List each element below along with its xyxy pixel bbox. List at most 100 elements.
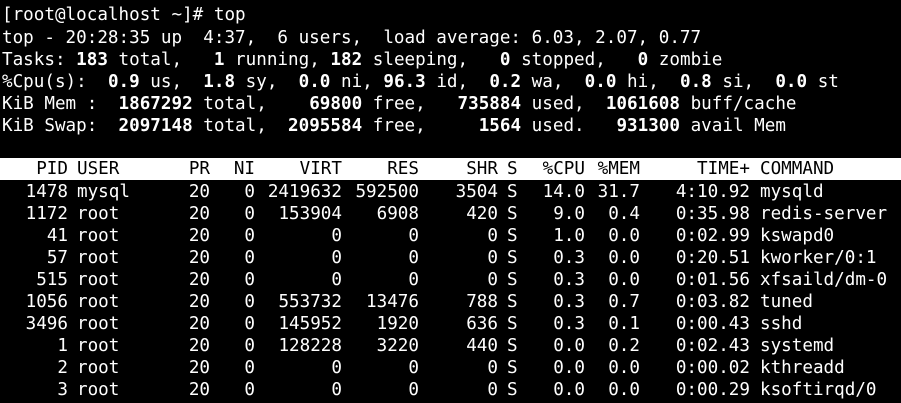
cell-mem: 0.4 [608, 204, 640, 224]
cell-time: 0:00.43 [675, 314, 750, 334]
tasks-sleeping-label: sleeping, [362, 50, 469, 70]
cell-res: 3220 [376, 336, 419, 356]
cpu-id-label: id, [425, 72, 469, 92]
cell-shr: 0 [487, 226, 498, 246]
cell-user: root [77, 226, 120, 246]
process-row: 1 root 20 0 128228 3220 440 S 0.0 0.2 0:02.43 syste… [0, 335, 901, 357]
cell-virt: 2419632 [267, 182, 342, 202]
cell-cpu: 0.3 [553, 314, 585, 334]
mem-total: 1867292 [118, 94, 193, 114]
cell-ni: 0 [244, 358, 255, 378]
cell-user: root [77, 270, 120, 290]
cell-virt: 0 [331, 226, 342, 246]
cell-cpu: 0.3 [553, 248, 585, 268]
swap-total: 2097148 [118, 116, 193, 136]
cell-res: 0 [408, 248, 419, 268]
tasks-line: Tasks: 183 total, 1 running, 182 sleepin… [2, 49, 722, 71]
mem-buff: 1061608 [605, 94, 680, 114]
cell-ni: 0 [244, 380, 255, 400]
column-header-ni: NI [233, 159, 255, 179]
cpu-hi-label: hi, [616, 72, 659, 92]
cell-user: root [77, 336, 120, 356]
cpu-id: 96.3 [383, 72, 426, 92]
column-header-res: RES [387, 159, 419, 179]
cell-s: S [507, 314, 518, 334]
swap-label: KiB Swap: [2, 116, 98, 136]
cell-virt: 0 [331, 358, 342, 378]
cell-user: root [77, 248, 120, 268]
cell-res: 592500 [355, 182, 419, 202]
cell-s: S [507, 204, 518, 224]
cell-command: redis-server [760, 204, 888, 224]
cell-pr: 20 [188, 358, 210, 378]
cell-ni: 0 [244, 336, 255, 356]
swap-avail-label: avail Mem [680, 116, 786, 136]
cell-pr: 20 [188, 182, 210, 202]
cell-virt: 153904 [278, 204, 342, 224]
tasks-total-label: total, [107, 50, 183, 70]
cell-shr: 0 [487, 358, 498, 378]
mem-free: 69800 [309, 94, 363, 114]
column-header-pid: PID [36, 159, 68, 179]
cell-s: S [507, 270, 518, 290]
cell-pr: 20 [188, 204, 210, 224]
cell-user: root [77, 292, 120, 312]
swap-used: 1564 [478, 116, 522, 136]
tasks-running-label: running, [224, 50, 320, 70]
cell-pr: 20 [188, 380, 210, 400]
cell-mem: 31.7 [597, 182, 640, 202]
tasks-sleeping: 182 [330, 50, 363, 70]
cell-shr: 3504 [455, 182, 498, 202]
cpu-ni: 0.0 [298, 72, 331, 92]
cell-mem: 0.0 [608, 226, 640, 246]
cell-pr: 20 [188, 248, 210, 268]
cell-ni: 0 [244, 314, 255, 334]
cell-virt: 128228 [278, 336, 342, 356]
cell-res: 0 [408, 226, 419, 246]
tasks-total: 183 [76, 50, 108, 70]
cell-cpu: 14.0 [542, 182, 585, 202]
cell-pid: 515 [36, 270, 68, 290]
cell-shr: 420 [466, 204, 498, 224]
cell-pid: 3496 [25, 314, 68, 334]
cell-shr: 636 [466, 314, 498, 334]
cell-cpu: 0.3 [553, 292, 585, 312]
cell-user: mysql [77, 182, 130, 202]
mem-total-label: total, [192, 94, 267, 114]
cell-s: S [507, 358, 518, 378]
cell-time: 0:35.98 [675, 204, 750, 224]
shell-prompt-line: [root@localhost ~]# top [2, 5, 246, 25]
process-row: 1172 root 20 0 153904 6908 420 S 9.0 0.4 0:35.98 re… [0, 203, 901, 225]
uptime-line: top - 20:28:35 up 4:37, 6 users, load av… [2, 28, 702, 48]
cell-cpu: 0.0 [553, 358, 585, 378]
cell-user: root [77, 204, 120, 224]
cell-virt: 553732 [278, 292, 342, 312]
terminal-window[interactable]: [root@localhost ~]# top top - 20:28:35 u… [0, 0, 901, 403]
cell-shr: 788 [466, 292, 498, 312]
process-row: 1478 mysql 20 0 2419632 592500 3504 S 14.0 31.7 4:… [0, 181, 901, 203]
cell-time: 0:01.56 [675, 270, 750, 290]
cell-pid: 41 [46, 226, 68, 246]
swap-total-label: total, [192, 116, 267, 136]
swap-used-label: used. [521, 116, 585, 136]
mem-free-label: free, [362, 94, 426, 114]
cell-virt: 0 [331, 380, 342, 400]
cell-pid: 1 [57, 336, 68, 356]
cell-res: 0 [408, 270, 419, 290]
cpu-label: %Cpu(s): [2, 72, 87, 92]
cell-command: kswapd0 [760, 226, 835, 246]
cell-mem: 0.0 [608, 358, 640, 378]
cell-res: 0 [408, 358, 419, 378]
cell-pid: 3 [57, 380, 68, 400]
process-table-header[interactable]: PID USER PR NI VIRT RES SHR S %CPU %MEM TIME+ COMMA… [0, 158, 901, 180]
cell-ni: 0 [244, 182, 255, 202]
cell-mem: 0.0 [608, 270, 640, 290]
column-header-command: COMMAND [760, 159, 835, 179]
tasks-running: 1 [213, 50, 225, 70]
cell-res: 13476 [366, 292, 419, 312]
tasks-stopped: 0 [499, 50, 511, 70]
cell-command: mysqld [760, 182, 824, 202]
tasks-stopped-label: stopped, [510, 50, 606, 70]
cell-shr: 0 [487, 270, 498, 290]
column-header-shr: SHR [466, 159, 498, 179]
